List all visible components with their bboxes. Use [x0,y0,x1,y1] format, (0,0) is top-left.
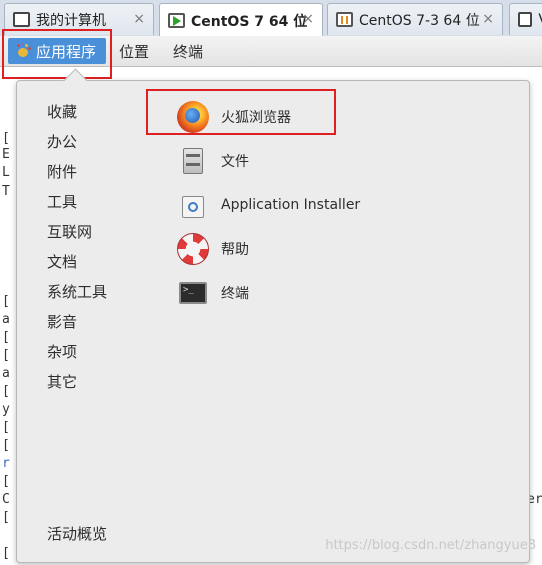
app-terminal[interactable]: 终端 [177,275,249,311]
category-office[interactable]: 办公 [47,131,77,152]
app-files[interactable]: 文件 [177,143,249,179]
app-label: 文件 [221,154,249,170]
annotation-box-firefox [146,89,336,135]
category-accessories[interactable]: 附件 [47,161,77,182]
app-help[interactable]: 帮助 [177,231,249,267]
close-icon[interactable]: × [302,11,314,27]
app-label: Application Installer [221,197,361,213]
app-label: 帮助 [221,242,249,258]
bg-text: [ [2,294,10,309]
close-icon[interactable]: × [482,11,494,27]
bg-text: [ [2,438,10,453]
tab-centos-7-64[interactable]: CentOS 7 64 位 × [159,3,323,37]
places-menu-button[interactable]: 位置 [119,38,149,64]
bg-text: [ [2,474,10,489]
close-icon[interactable]: × [133,11,145,27]
terminal-icon [177,277,209,309]
bg-text: [ [2,348,10,363]
installer-icon [177,189,209,221]
bg-text: r [2,456,10,471]
category-utilities[interactable]: 工具 [47,191,77,212]
category-internet[interactable]: 互联网 [47,221,92,242]
monitor-icon [13,12,30,27]
vm-paused-icon [336,12,353,27]
bg-text: [ [2,131,10,146]
category-sound-video[interactable]: 影音 [47,311,77,332]
category-favorites[interactable]: 收藏 [47,101,77,122]
bg-text: [ [2,330,10,345]
terminal-label: 终端 [173,42,204,61]
category-documents[interactable]: 文档 [47,251,77,272]
app-label: 终端 [221,286,249,302]
bg-text: [ [2,546,10,561]
tab-label: CentOS 7 64 位 [191,13,308,30]
category-system-tools[interactable]: 系统工具 [47,281,107,302]
bg-text: [ [2,384,10,399]
bg-text: E [2,147,10,162]
files-icon [177,145,209,177]
annotation-box-applications [2,29,112,79]
tab-label: V [538,12,542,28]
bg-text: [ [2,420,10,435]
watermark: https://blog.csdn.net/zhangyue8 [325,538,536,553]
applications-dropdown: 收藏 办公 附件 工具 互联网 文档 系统工具 影音 杂项 其它 活动概览 火狐… [16,68,530,563]
bg-text: y [2,402,10,417]
app-application-installer[interactable]: Application Installer [177,187,360,223]
places-label: 位置 [119,42,150,61]
vm-icon [518,12,533,27]
category-other[interactable]: 其它 [47,371,77,392]
tab-label: 我的计算机 [36,12,106,29]
tab-other-vm[interactable]: V [509,3,542,35]
bg-text: L [2,165,10,180]
bg-text: a [2,366,10,381]
vm-running-icon [168,13,185,28]
help-icon [177,233,209,265]
tab-centos-7-3-64[interactable]: CentOS 7-3 64 位 × [327,3,503,35]
category-sundry[interactable]: 杂项 [47,341,77,362]
terminal-menu-button[interactable]: 终端 [173,38,203,64]
bg-text: [ [2,510,10,525]
bg-text: C [2,492,10,507]
bg-text: T [2,184,10,199]
activities-overview-link[interactable]: 活动概览 [47,523,107,544]
tab-label: CentOS 7-3 64 位 [359,12,480,29]
bg-text: a [2,312,10,327]
